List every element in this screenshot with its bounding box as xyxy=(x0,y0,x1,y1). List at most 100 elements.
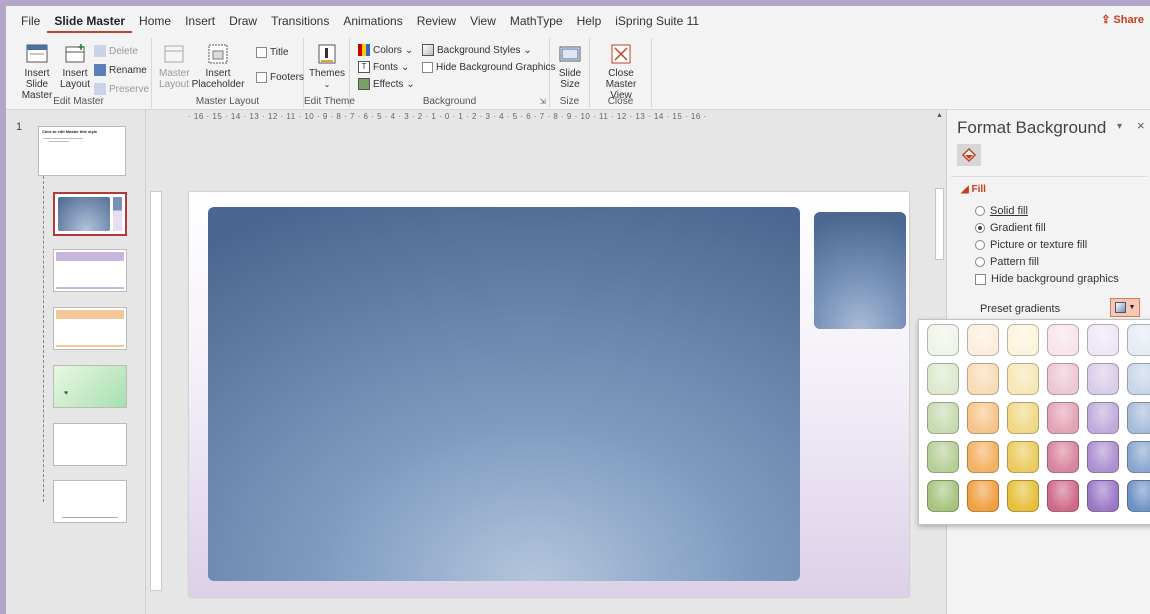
scrollbar-thumb[interactable] xyxy=(935,188,944,260)
fill-line-tab[interactable] xyxy=(957,144,981,166)
gradient-swatch[interactable] xyxy=(1007,480,1039,512)
preset-gradients-gallery xyxy=(918,319,1150,525)
gradient-swatch[interactable] xyxy=(1127,363,1150,395)
layout-thumbnail-4[interactable]: ♥ xyxy=(53,365,127,408)
pane-title: Format Background xyxy=(957,118,1107,137)
gradient-swatch[interactable] xyxy=(967,402,999,434)
picture-texture-fill-option[interactable]: Picture or texture fill xyxy=(975,239,1087,251)
solid-fill-option[interactable]: Solid fill xyxy=(975,205,1028,217)
effects-button[interactable]: Effects ⌄ xyxy=(358,78,415,90)
tab-animations[interactable]: Animations xyxy=(336,14,409,28)
delete-button[interactable]: Delete xyxy=(94,45,138,57)
powerpoint-window: File Slide Master Home Insert Draw Trans… xyxy=(6,6,1150,614)
gradient-swatch[interactable] xyxy=(1047,402,1079,434)
layout-thumbnail-1[interactable] xyxy=(53,192,127,236)
insert-layout-button[interactable]: Insert Layout xyxy=(60,42,90,90)
preset-gradients-label: Preset gradients xyxy=(980,303,1061,315)
insert-placeholder-button[interactable]: Insert Placeholder xyxy=(192,42,244,90)
gradient-swatch[interactable] xyxy=(967,480,999,512)
preserve-button[interactable]: Preserve xyxy=(94,83,149,95)
slide-size-button[interactable]: Slide Size xyxy=(554,42,586,90)
gradient-swatch[interactable] xyxy=(1087,441,1119,473)
gradient-swatch[interactable] xyxy=(927,363,959,395)
group-label-edit-master: Edit Master xyxy=(53,96,104,107)
slide-size-icon xyxy=(556,42,584,66)
scroll-up-icon[interactable]: ▲ xyxy=(936,112,943,119)
gradient-swatch[interactable] xyxy=(1087,480,1119,512)
share-button[interactable]: ⇪ Share xyxy=(1101,13,1144,27)
gradient-swatch[interactable] xyxy=(1007,324,1039,356)
gradient-swatch[interactable] xyxy=(1047,324,1079,356)
gradient-content-area[interactable] xyxy=(208,207,800,581)
fonts-button[interactable]: T Fonts ⌄ xyxy=(358,61,409,73)
tab-file[interactable]: File xyxy=(14,14,47,28)
slide-canvas[interactable] xyxy=(189,192,909,597)
layout-thumbnail-6[interactable] xyxy=(53,480,127,523)
vertical-ruler xyxy=(150,191,162,591)
gradient-fill-option[interactable]: Gradient fill xyxy=(975,222,1046,234)
tab-insert[interactable]: Insert xyxy=(178,14,222,28)
master-thumbnail-title: Click to edit Master title style xyxy=(42,129,98,134)
gradient-swatch[interactable] xyxy=(927,441,959,473)
preset-gradients-dropdown[interactable]: ▼ xyxy=(1110,298,1140,317)
dialog-launcher-icon[interactable]: ⇲ xyxy=(539,97,546,106)
pane-options-icon[interactable]: ▾ xyxy=(1117,121,1122,132)
group-close: Close Master View Close xyxy=(590,38,652,108)
share-icon: ⇪ xyxy=(1101,14,1111,26)
rename-button[interactable]: Rename xyxy=(94,64,147,76)
master-layout-button[interactable]: Master Layout xyxy=(159,42,190,90)
gradient-swatch[interactable] xyxy=(1047,441,1079,473)
layout-thumbnail-2[interactable] xyxy=(53,249,127,292)
gradient-swatch[interactable] xyxy=(1087,402,1119,434)
group-label-master-layout: Master Layout xyxy=(195,96,260,107)
gradient-swatch[interactable] xyxy=(927,402,959,434)
themes-button[interactable]: Themes ⌄ xyxy=(309,42,345,90)
close-icon[interactable]: × xyxy=(1137,118,1145,133)
colors-button[interactable]: Colors ⌄ xyxy=(358,44,413,56)
gradient-swatch[interactable] xyxy=(1127,441,1150,473)
layout-thumbnail-5[interactable] xyxy=(53,423,127,466)
gradient-swatch[interactable] xyxy=(1007,441,1039,473)
gradient-swatch[interactable] xyxy=(1087,324,1119,356)
gradient-swatch[interactable] xyxy=(1127,480,1150,512)
pattern-fill-option[interactable]: Pattern fill xyxy=(975,256,1039,268)
gradient-swatch[interactable] xyxy=(927,480,959,512)
tab-home[interactable]: Home xyxy=(132,14,178,28)
gradient-swatch[interactable] xyxy=(1047,363,1079,395)
gradient-swatch[interactable] xyxy=(1087,363,1119,395)
tab-help[interactable]: Help xyxy=(570,14,609,28)
gradient-swatch[interactable] xyxy=(1047,480,1079,512)
ribbon-tabs: File Slide Master Home Insert Draw Trans… xyxy=(6,6,1150,36)
tab-slide-master[interactable]: Slide Master xyxy=(47,14,133,33)
title-checkbox[interactable]: Title xyxy=(256,47,289,58)
insert-slide-master-button[interactable]: Insert Slide Master xyxy=(12,42,62,101)
chevron-down-icon: ▼ xyxy=(1128,304,1136,311)
close-master-view-button[interactable]: Close Master View xyxy=(596,42,646,101)
background-styles-button[interactable]: Background Styles ⌄ xyxy=(422,44,532,56)
fill-section-header[interactable]: ◢ Fill xyxy=(961,184,986,195)
tab-ispring[interactable]: iSpring Suite 11 xyxy=(608,14,706,28)
layout-thumbnail-3[interactable] xyxy=(53,307,127,350)
hide-background-graphics-checkbox[interactable]: Hide Background Graphics xyxy=(422,62,556,73)
tab-mathtype[interactable]: MathType xyxy=(503,14,570,28)
gradient-side-panel[interactable] xyxy=(814,212,906,329)
insert-layout-icon xyxy=(61,42,89,66)
gradient-swatch[interactable] xyxy=(1127,324,1150,356)
tab-view[interactable]: View xyxy=(463,14,503,28)
layout-connector xyxy=(43,176,44,502)
gradient-swatch[interactable] xyxy=(1007,402,1039,434)
tab-draw[interactable]: Draw xyxy=(222,14,264,28)
tab-transitions[interactable]: Transitions xyxy=(264,14,336,28)
slide-thumbnails-pane: 1 Click to edit Master title style ♥ xyxy=(6,110,146,614)
gradient-swatch[interactable] xyxy=(967,324,999,356)
gradient-swatch[interactable] xyxy=(967,441,999,473)
gradient-swatch[interactable] xyxy=(927,324,959,356)
hide-background-graphics-option[interactable]: Hide background graphics xyxy=(975,273,1119,285)
footers-checkbox[interactable]: Footers xyxy=(256,72,304,83)
tab-review[interactable]: Review xyxy=(410,14,463,28)
gradient-swatch[interactable] xyxy=(967,363,999,395)
master-layout-icon xyxy=(160,42,188,66)
gradient-swatch[interactable] xyxy=(1007,363,1039,395)
gradient-swatch[interactable] xyxy=(1127,402,1150,434)
master-thumbnail[interactable]: Click to edit Master title style xyxy=(38,126,126,176)
